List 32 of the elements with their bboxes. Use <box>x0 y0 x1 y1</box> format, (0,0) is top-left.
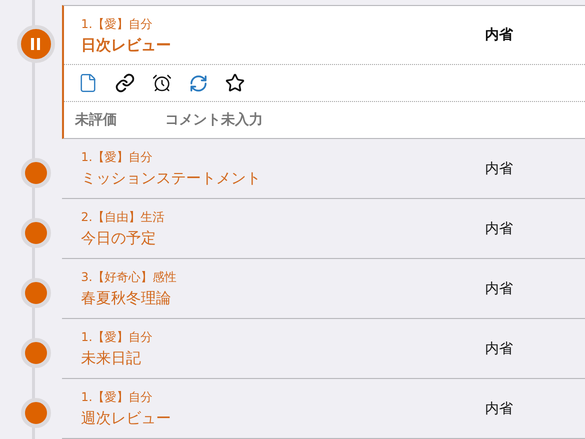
task-card[interactable]: 1.【愛】自分 日次レビュー 内省 未評価 コメント未入力 <box>62 5 585 139</box>
task-type: 内省 <box>485 26 514 44</box>
task-title: 日次レビュー <box>81 36 172 54</box>
refresh-icon[interactable] <box>189 74 208 92</box>
task-row[interactable]: 3.【好奇心】感性 春夏秋冬理論 内省 <box>62 259 585 319</box>
star-icon[interactable] <box>225 73 245 93</box>
task-row[interactable]: 1.【愛】自分 週次レビュー 内省 <box>62 379 585 439</box>
evaluation-status: 未評価 <box>75 111 117 129</box>
task-category: 1.【愛】自分 <box>81 149 154 166</box>
task-type: 内省 <box>485 280 514 298</box>
document-icon[interactable] <box>78 73 98 93</box>
task-category: 1.【愛】自分 <box>81 389 154 406</box>
task-category: 2.【自由】生活 <box>81 209 166 226</box>
task-category: 1.【愛】自分 <box>81 329 154 346</box>
alarm-clock-icon[interactable] <box>152 73 172 93</box>
comment-status: コメント未入力 <box>165 111 263 129</box>
task-row[interactable]: 2.【自由】生活 今日の予定 内省 <box>62 199 585 259</box>
task-row[interactable]: 1.【愛】自分 未来日記 内省 <box>62 319 585 379</box>
task-title: ミッションステートメント <box>81 169 262 188</box>
task-type: 内省 <box>485 160 514 178</box>
task-category: 3.【好奇心】感性 <box>81 269 178 286</box>
task-type: 内省 <box>485 340 514 358</box>
task-title: 未来日記 <box>81 349 142 368</box>
task-row[interactable]: 1.【愛】自分 ミッションステートメント 内省 <box>62 139 585 199</box>
pause-icon[interactable] <box>17 25 55 63</box>
task-type: 内省 <box>485 220 514 238</box>
task-title: 週次レビュー <box>81 409 172 428</box>
link-icon[interactable] <box>115 73 135 93</box>
task-type: 内省 <box>485 400 514 418</box>
task-title: 今日の予定 <box>81 229 157 248</box>
task-title: 春夏秋冬理論 <box>81 289 172 308</box>
task-category: 1.【愛】自分 <box>81 16 154 32</box>
